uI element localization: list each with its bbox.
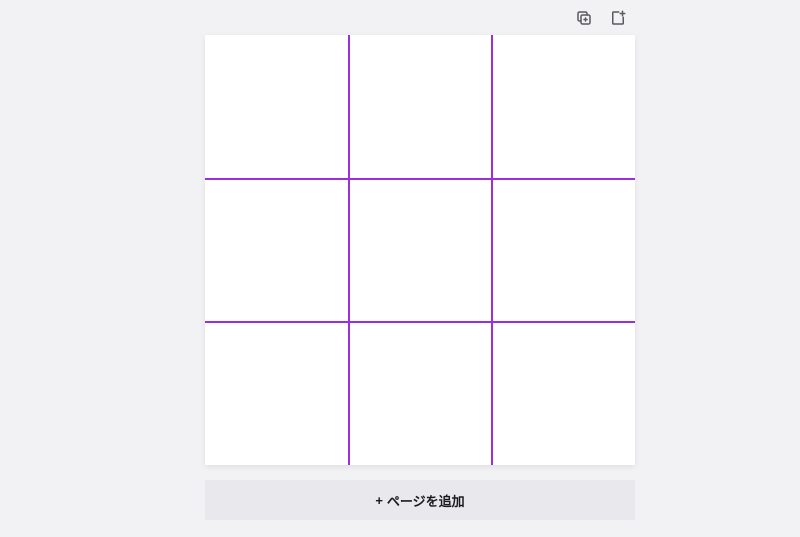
grid-line-vertical — [348, 35, 350, 465]
design-canvas[interactable] — [205, 35, 635, 465]
add-page-button[interactable]: + ページを追加 — [205, 480, 635, 520]
grid-line-horizontal — [205, 178, 635, 180]
add-page-label: ページを追加 — [387, 491, 465, 510]
grid-line-horizontal — [205, 321, 635, 323]
plus-icon: + — [375, 493, 383, 508]
add-page-icon — [609, 9, 627, 31]
duplicate-button[interactable] — [572, 8, 596, 32]
canvas-toolbar — [572, 8, 630, 32]
new-page-button[interactable] — [606, 8, 630, 32]
duplicate-icon — [575, 9, 593, 31]
grid-line-vertical — [491, 35, 493, 465]
canvas-wrapper — [205, 35, 635, 465]
